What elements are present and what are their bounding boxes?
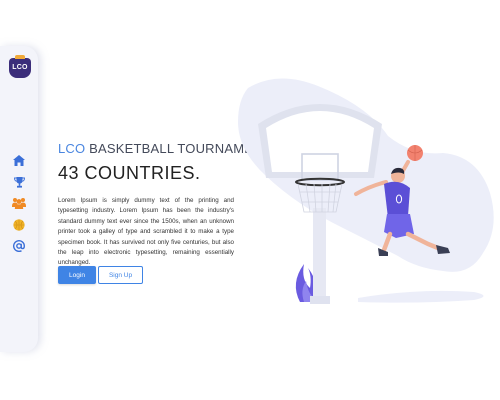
team-icon xyxy=(12,198,26,209)
hoop-pole-base xyxy=(310,296,330,304)
floor-shadow xyxy=(358,290,484,303)
login-button[interactable]: Login xyxy=(58,266,96,284)
basketball-player-illustration xyxy=(238,78,494,304)
trophy-icon xyxy=(13,176,25,188)
backboard-face xyxy=(266,111,374,172)
logo-crown-shape xyxy=(15,55,25,59)
player-jersey xyxy=(384,181,410,218)
hero-title: 43 COUNTRIES. xyxy=(58,163,201,183)
logo-text: LCO xyxy=(12,64,28,71)
hero-subtitle-accent: LCO xyxy=(58,141,86,156)
brand-logo[interactable]: LCO xyxy=(9,55,31,78)
home-icon xyxy=(13,154,25,166)
hoop-pole xyxy=(313,208,326,304)
nav-item-team[interactable] xyxy=(11,195,27,211)
hero-body-text: Lorem Ipsum is simply dummy text of the … xyxy=(58,197,234,267)
nav-item-games[interactable] xyxy=(11,217,27,233)
nav-item-contact[interactable] xyxy=(11,238,27,254)
at-sign-icon xyxy=(13,240,25,252)
basketball-icon xyxy=(13,219,25,231)
nav-item-trophy[interactable] xyxy=(11,174,27,190)
signup-button[interactable]: Sign Up xyxy=(98,266,143,284)
nav-item-home[interactable] xyxy=(11,152,27,168)
